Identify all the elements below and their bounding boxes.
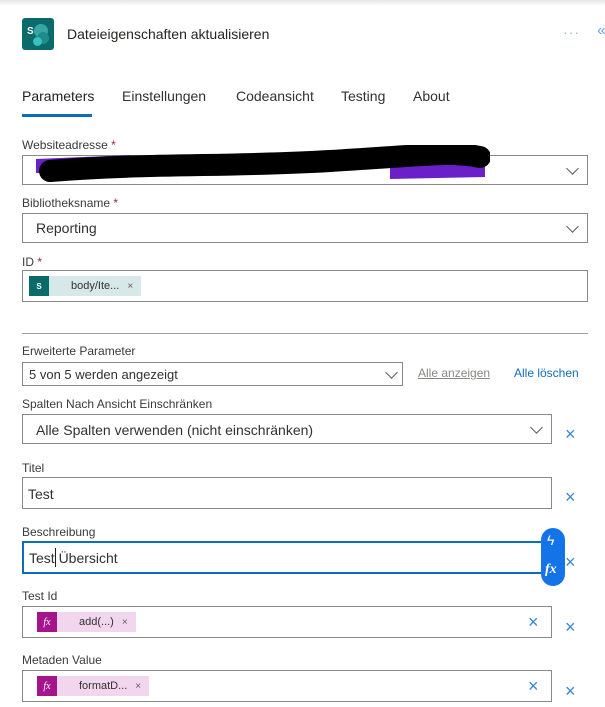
collapse-panel-icon[interactable]: « (597, 22, 605, 40)
remove-param-icon[interactable]: × (565, 682, 576, 700)
action-title[interactable]: Dateieigenschaften aktualisieren (67, 26, 269, 42)
redaction-scribble (36, 145, 490, 182)
expression-icon[interactable]: fx (545, 562, 557, 578)
clear-all-link[interactable]: Alle löschen (514, 366, 579, 380)
text-caret (55, 548, 56, 567)
chevron-down-icon (530, 421, 543, 434)
fx-icon: fx (37, 676, 57, 696)
action-header: S Dateieigenschaften aktualisieren ··· « (22, 18, 605, 50)
clear-input-icon[interactable]: × (528, 677, 539, 695)
remove-token-icon[interactable]: × (127, 681, 149, 692)
title-label: Titel (22, 461, 45, 475)
active-tab-indicator (22, 114, 92, 117)
tab-codeansicht[interactable]: Codeansicht (236, 88, 314, 104)
show-all-link[interactable]: Alle anzeigen (418, 366, 490, 380)
columns-dropdown[interactable]: Alle Spalten verwenden (nicht einschränk… (22, 414, 552, 444)
top-shadow (0, 0, 605, 6)
sharepoint-icon: S (29, 276, 49, 296)
remove-token-icon[interactable]: × (114, 617, 136, 628)
test-id-label: Test Id (22, 589, 58, 603)
remove-token-icon[interactable]: × (119, 281, 141, 292)
sharepoint-icon: S (22, 18, 54, 50)
title-input[interactable]: Test (22, 477, 552, 509)
remove-param-icon[interactable]: × (565, 553, 576, 571)
insert-token-pill: ϟ fx (541, 528, 565, 586)
columns-label: Spalten Nach Ansicht Einschränken (22, 397, 213, 411)
dynamic-content-icon[interactable]: ϟ (547, 532, 554, 548)
fx-icon: fx (37, 612, 57, 632)
description-input[interactable]: Test Übersicht (22, 541, 547, 574)
section-divider (22, 333, 588, 334)
remove-param-icon[interactable]: × (565, 618, 576, 636)
remove-param-icon[interactable]: × (565, 488, 576, 506)
meta-value-token[interactable]: fx formatD... × (37, 676, 150, 696)
tab-about[interactable]: About (413, 88, 450, 104)
description-label: Beschreibung (22, 525, 96, 539)
test-id-token[interactable]: fx add(...) × (37, 612, 136, 632)
id-token[interactable]: S body/Ite... × (29, 276, 142, 296)
chevron-down-icon (566, 220, 579, 233)
id-label: ID * (22, 255, 43, 269)
tab-einstellungen[interactable]: Einstellungen (122, 88, 206, 104)
tab-testing[interactable]: Testing (341, 88, 385, 104)
chevron-down-icon (566, 162, 579, 175)
meta-value-input[interactable]: fx formatD... × × (22, 670, 552, 702)
clear-input-icon[interactable]: × (528, 613, 539, 631)
tab-parameters[interactable]: Parameters (22, 88, 94, 104)
chevron-down-icon (385, 366, 398, 379)
advanced-params-label: Erweiterte Parameter (22, 344, 136, 358)
more-options-icon[interactable]: ··· (563, 24, 580, 40)
id-input[interactable]: S body/Ite... × (22, 270, 588, 302)
test-id-input[interactable]: fx add(...) × × (22, 606, 552, 638)
library-dropdown[interactable]: Reporting (22, 213, 588, 243)
library-label: Bibliotheksname * (22, 196, 119, 210)
meta-value-label: Metaden Value (22, 653, 102, 667)
advanced-params-dropdown[interactable]: 5 von 5 werden angezeigt (22, 362, 403, 386)
remove-param-icon[interactable]: × (565, 425, 576, 443)
